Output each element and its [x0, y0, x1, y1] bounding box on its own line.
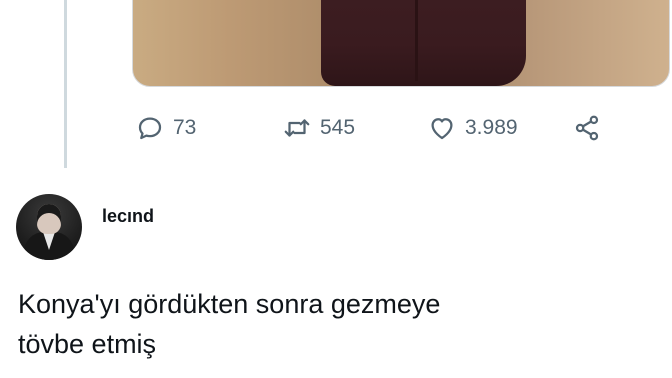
tweet-media-image[interactable] [132, 0, 670, 87]
thread-line [64, 0, 67, 168]
retweet-button[interactable]: 545 [282, 112, 355, 144]
share-icon [575, 115, 599, 141]
media-figure [321, 0, 526, 86]
avatar[interactable] [16, 194, 82, 260]
tweet-text: Konya'yı gördükten sonra gezmeye tövbe e… [18, 289, 441, 359]
retweet-count: 545 [320, 116, 356, 139]
like-button[interactable]: 3.989 [427, 112, 518, 144]
username[interactable]: lecınd [102, 206, 154, 227]
like-count: 3.989 [465, 116, 518, 139]
reply-button[interactable]: 73 [135, 112, 196, 144]
retweet-icon [284, 119, 310, 137]
share-button[interactable] [572, 112, 602, 144]
like-icon [431, 118, 453, 140]
avatar-head [37, 204, 61, 234]
tweet-action-bar: 73 545 3.989 [132, 112, 612, 144]
reply-count: 73 [173, 116, 197, 139]
reply-icon [138, 117, 162, 140]
